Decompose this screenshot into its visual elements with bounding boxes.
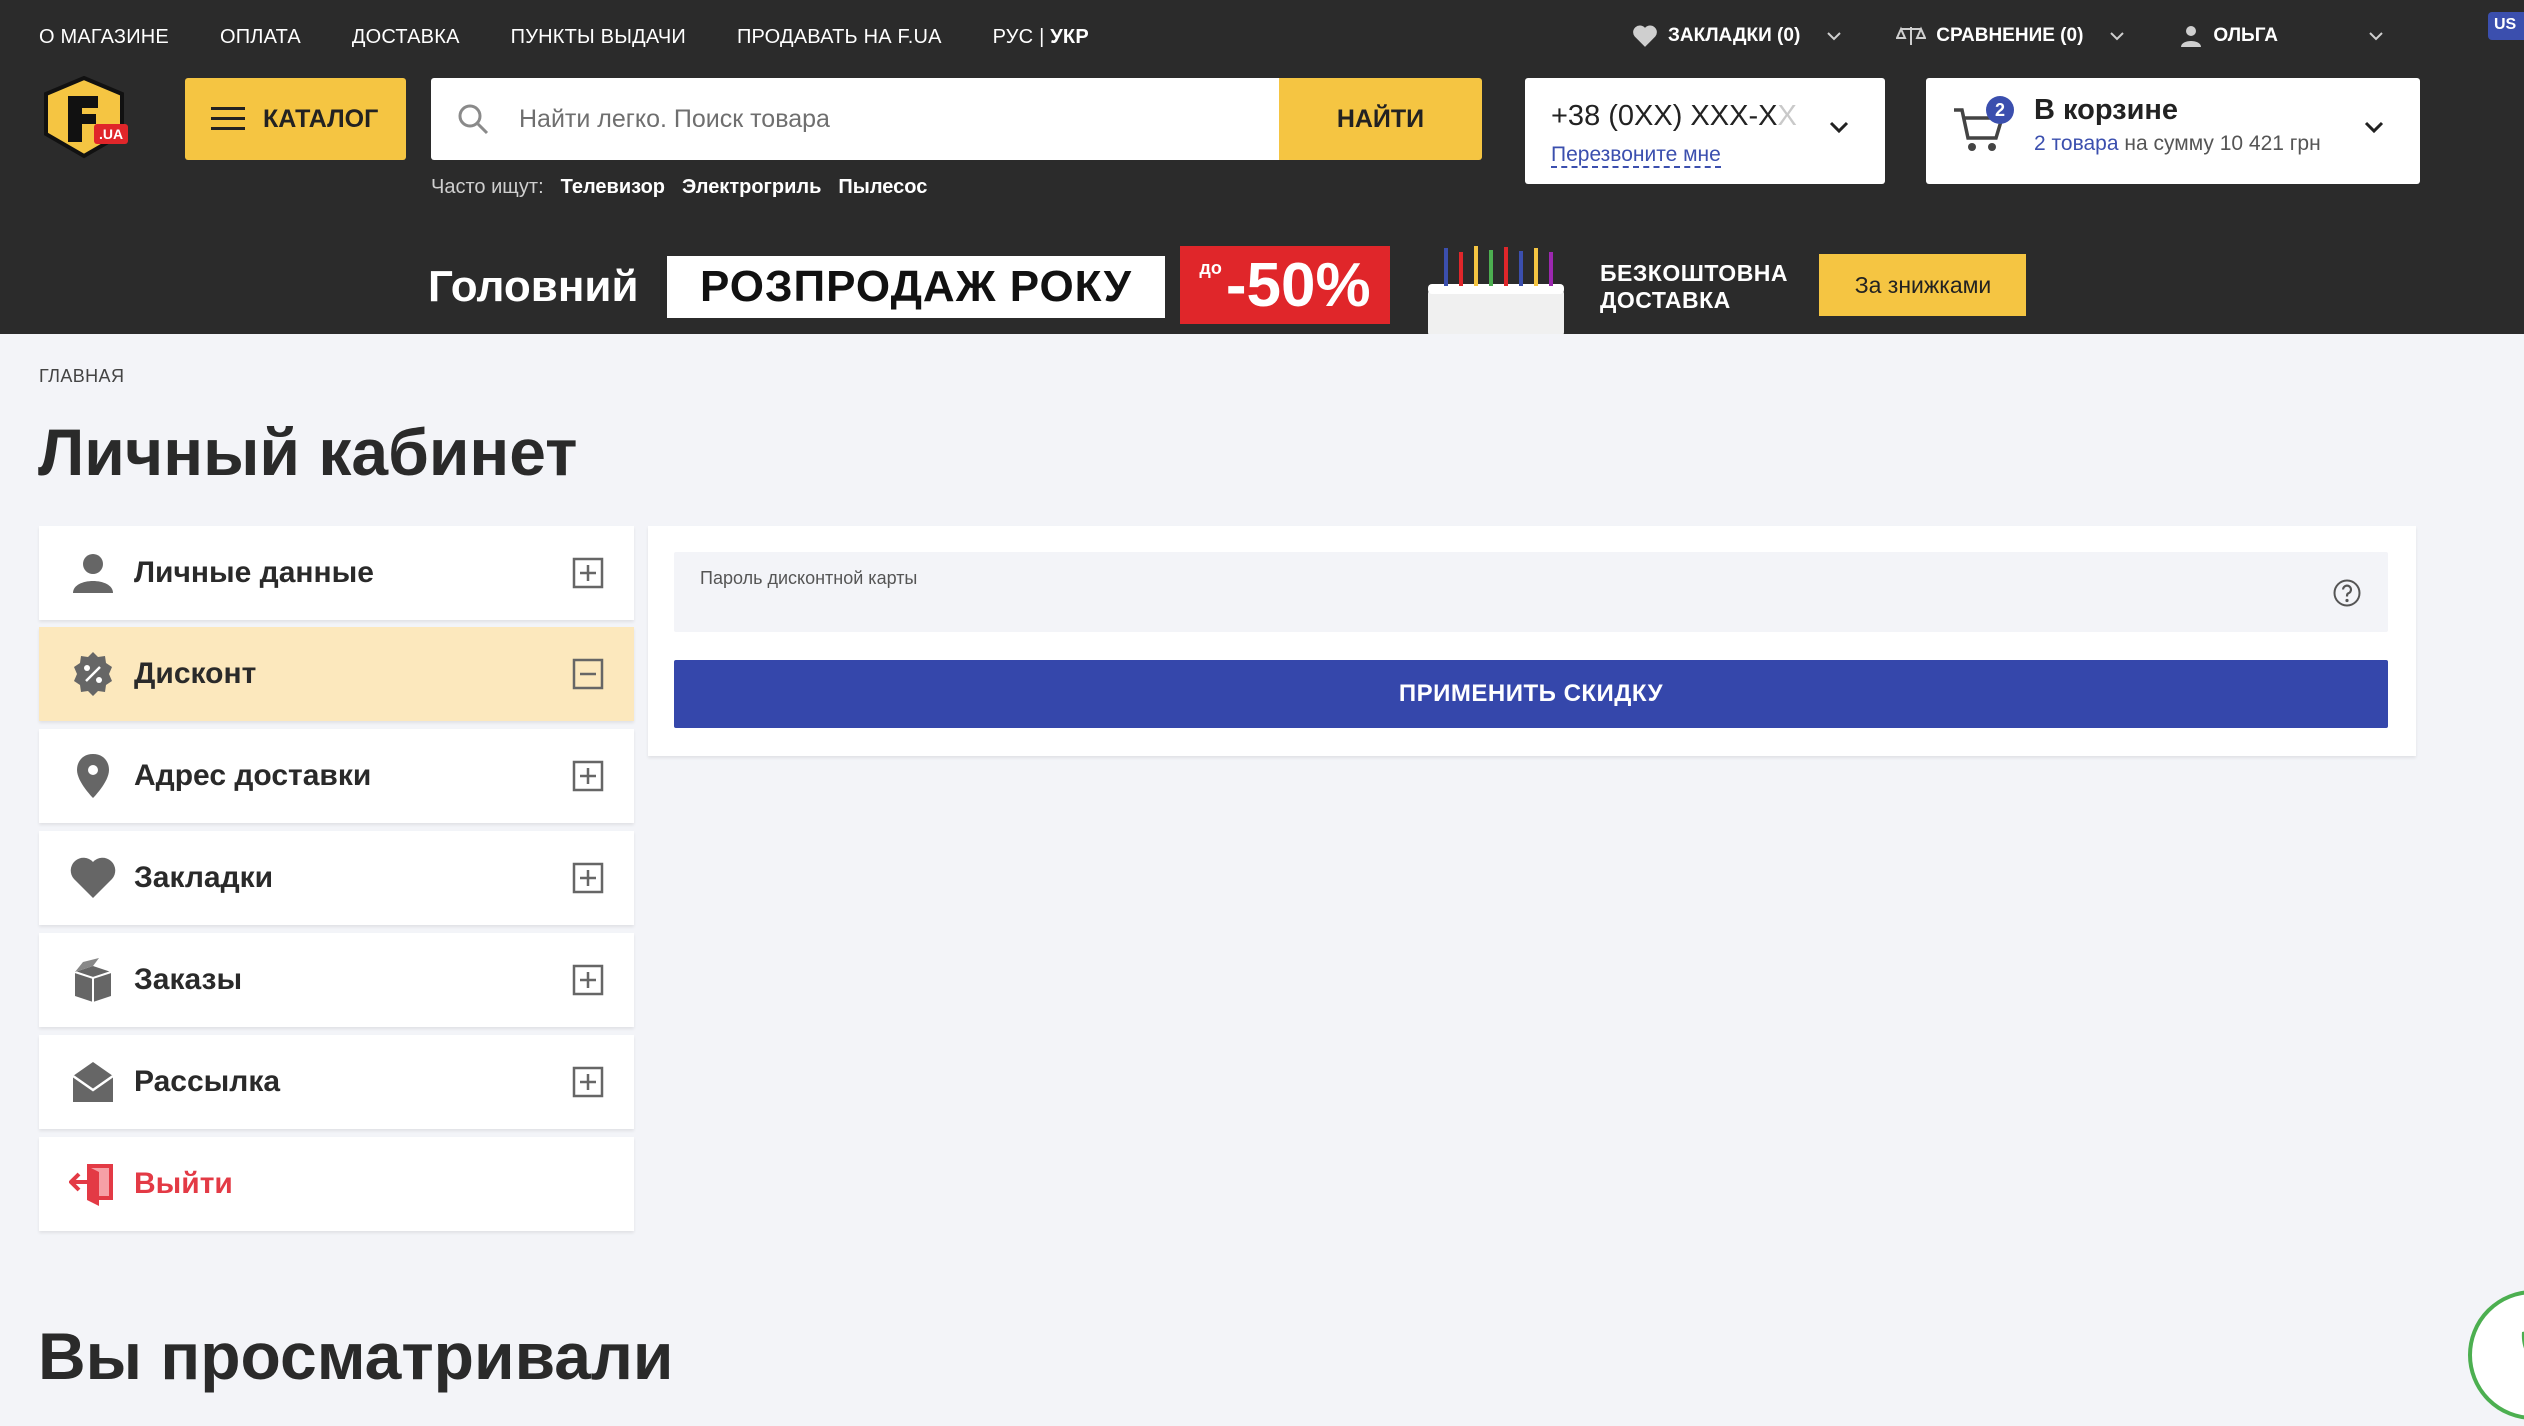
catalog-label: КАТАЛОГ (263, 104, 379, 133)
plus-square-icon[interactable] (572, 964, 604, 996)
location-icon (77, 754, 109, 798)
sidebar-item-personal-data[interactable]: Личные данные (39, 526, 634, 620)
logo-text: .UA (99, 126, 123, 142)
sidebar-item-label: Выйти (134, 1167, 233, 1200)
banner-cta-button[interactable]: За знижками (1819, 254, 2026, 316)
heart-icon (1633, 25, 1657, 47)
discount-password-input[interactable] (700, 594, 2300, 624)
help-icon[interactable] (2332, 578, 2362, 608)
box-icon (74, 958, 112, 1002)
plus-square-icon[interactable] (572, 1066, 604, 1098)
sidebar-item-delivery-address[interactable]: Адрес доставки (39, 729, 634, 823)
account-label: ОЛЬГА (2213, 25, 2278, 46)
user-links: ЗАКЛАДКИ (0) СРАВНЕНИЕ (0) ОЛЬГА (1632, 18, 2384, 54)
catalog-button[interactable]: КАТАЛОГ (185, 78, 406, 160)
compare-link[interactable]: СРАВНЕНИЕ (0) (1896, 25, 2125, 47)
logout-icon (69, 1164, 113, 1206)
cake-image (1428, 246, 1564, 334)
viewed-products-title: Вы просматривали (38, 1319, 674, 1393)
search-button[interactable]: НАЙТИ (1279, 78, 1482, 160)
callback-link[interactable]: Перезвоните мне (1551, 144, 1721, 168)
top-navigation: О МАГАЗИНЕ ОПЛАТА ДОСТАВКА ПУНКТЫ ВЫДАЧИ… (39, 22, 1089, 52)
popular-label: Часто ищут: (431, 175, 544, 198)
sidebar-item-label: Дисконт (134, 657, 257, 690)
chevron-down-icon (1827, 32, 1841, 41)
lang-uk-link[interactable]: УКР (1050, 26, 1089, 48)
chevron-down-icon[interactable] (1829, 120, 1849, 134)
envelope-icon (72, 1062, 114, 1102)
plus-square-icon[interactable] (572, 760, 604, 792)
heart-icon (70, 857, 116, 898)
cart-summary: 2 товара на сумму 10 421 грн (2034, 132, 2321, 155)
discount-icon (74, 652, 112, 696)
banner-discount: до -50% (1180, 246, 1390, 324)
phone-number: +38 (0XX) XXX-XX (1551, 100, 1797, 132)
user-icon (2181, 26, 2202, 47)
lang-separator: | (1039, 25, 1045, 48)
nav-pickup-link[interactable]: ПУНКТЫ ВЫДАЧИ (511, 26, 686, 49)
search-input[interactable] (519, 104, 1239, 134)
usa-badge[interactable]: US (2488, 12, 2524, 40)
popular-searches: Часто ищут: Телевизор Электрогриль Пылес… (431, 172, 927, 202)
site-logo[interactable]: .UA (38, 76, 130, 160)
nav-sell-link[interactable]: ПРОДАВАТЬ НА F.UA (737, 26, 942, 49)
callback-widget[interactable] (2468, 1290, 2524, 1420)
compare-label: СРАВНЕНИЕ (0) (1936, 25, 2084, 46)
cart-title: В корзине (2034, 94, 2179, 126)
lang-ru-link[interactable]: РУС (993, 26, 1034, 48)
sidebar-item-label: Рассылка (134, 1065, 281, 1098)
popular-link-tv[interactable]: Телевизор (561, 176, 665, 199)
sidebar-item-logout[interactable]: Выйти (39, 1137, 634, 1231)
nav-delivery-link[interactable]: ДОСТАВКА (352, 26, 460, 49)
sidebar-item-discount[interactable]: Дисконт (39, 627, 634, 721)
sidebar-item-newsletter[interactable]: Рассылка (39, 1035, 634, 1129)
site-header: О МАГАЗИНЕ ОПЛАТА ДОСТАВКА ПУНКТЫ ВЫДАЧИ… (0, 0, 2524, 334)
chevron-down-icon[interactable] (2364, 120, 2384, 134)
plus-square-icon[interactable] (572, 557, 604, 589)
sidebar-item-label: Заказы (134, 963, 243, 996)
banner-text-sale: РОЗПРОДАЖ РОКУ (667, 256, 1165, 318)
apply-discount-button[interactable]: ПРИМЕНИТЬ СКИДКУ (674, 660, 2388, 728)
banner-text-main: Головний (428, 262, 639, 311)
chevron-down-icon (2369, 32, 2383, 41)
sidebar-item-label: Адрес доставки (134, 759, 372, 792)
search-box (431, 78, 1282, 160)
language-switcher: РУС | УКР (993, 26, 1089, 49)
nav-about-link[interactable]: О МАГАЗИНЕ (39, 26, 169, 49)
search-icon (458, 104, 489, 135)
nav-payment-link[interactable]: ОПЛАТА (220, 26, 301, 49)
discount-card: Пароль дисконтной карты ПРИМЕНИТЬ СКИДКУ (648, 526, 2416, 756)
popular-link-grill[interactable]: Электрогриль (682, 176, 821, 199)
promo-banner[interactable]: Головний РОЗПРОДАЖ РОКУ до -50% БЕЗКОШТОВ… (426, 238, 2026, 334)
scales-icon (1896, 26, 1927, 45)
popular-link-vacuum[interactable]: Пылесос (838, 176, 927, 199)
bookmarks-link[interactable]: ЗАКЛАДКИ (0) (1632, 24, 1842, 48)
plus-square-icon[interactable] (572, 862, 604, 894)
sidebar-item-bookmarks[interactable]: Закладки (39, 831, 634, 925)
user-icon (73, 554, 113, 593)
banner-free-delivery: БЕЗКОШТОВНА ДОСТАВКА (1600, 260, 1789, 313)
account-link[interactable]: ОЛЬГА (2179, 24, 2384, 48)
page-title: Личный кабинет (38, 415, 578, 489)
phone-icon (2521, 1331, 2524, 1349)
breadcrumb[interactable]: ГЛАВНАЯ (39, 366, 124, 387)
hamburger-icon (211, 107, 245, 130)
discount-password-label: Пароль дисконтной карты (700, 568, 918, 588)
sidebar-item-orders[interactable]: Заказы (39, 933, 634, 1027)
cart-count-badge: 2 (1986, 96, 2014, 124)
cart-widget[interactable]: 2 В корзине 2 товара на сумму 10 421 грн (1926, 78, 2420, 184)
bookmarks-label: ЗАКЛАДКИ (0) (1668, 25, 1801, 46)
discount-password-field[interactable]: Пароль дисконтной карты (674, 552, 2388, 632)
chevron-down-icon (2110, 32, 2125, 41)
phone-dropdown[interactable]: +38 (0XX) XXX-XX Перезвоните мне (1525, 78, 1885, 184)
minus-square-icon[interactable] (572, 658, 604, 690)
sidebar-item-label: Закладки (134, 861, 274, 894)
sidebar-item-label: Личные данные (134, 556, 374, 589)
